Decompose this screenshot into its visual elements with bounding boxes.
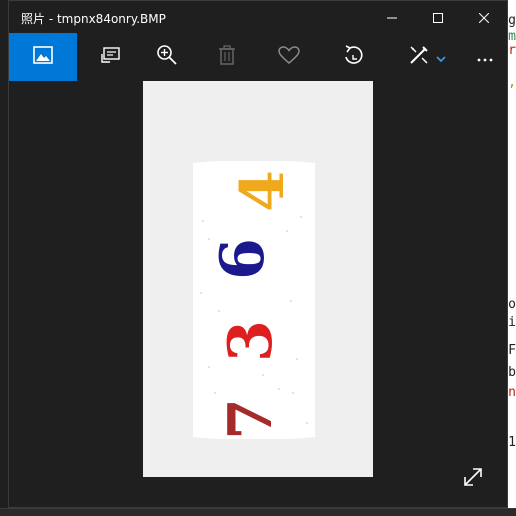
captcha-digit-4: 4 <box>228 170 298 212</box>
background-glyph: o <box>508 297 516 312</box>
photo: 7 3 6 4 <box>143 81 373 477</box>
zoom-in-icon <box>156 44 178 70</box>
background-glyph: b <box>508 365 516 380</box>
toolbar <box>9 33 507 81</box>
photos-window: 照片 - tmpnx84onry.BMP 7 3 6 4 <box>8 0 508 508</box>
background-glyph: F <box>508 343 516 358</box>
close-icon <box>478 8 490 27</box>
captcha-digit-1: 7 <box>216 398 286 439</box>
image-viewer[interactable]: 7 3 6 4 <box>9 81 507 507</box>
rotate-icon <box>342 44 364 70</box>
title-bar[interactable]: 照片 - tmpnx84onry.BMP <box>9 1 507 33</box>
slideshow-button[interactable] <box>89 33 133 81</box>
minimize-icon <box>387 8 397 27</box>
maximize-button[interactable] <box>415 1 461 33</box>
heart-icon <box>278 46 300 68</box>
collection-button[interactable] <box>9 33 77 81</box>
maximize-icon <box>433 8 443 27</box>
chevron-down-icon <box>436 48 446 67</box>
close-button[interactable] <box>461 1 507 33</box>
background-glyph: n <box>508 385 516 400</box>
background-glyph: , <box>508 75 516 90</box>
background-glyph: 1 <box>508 435 516 450</box>
background-glyph: m <box>508 29 516 44</box>
captcha-digit-3: 6 <box>208 238 278 280</box>
taskbar-edge <box>0 508 516 516</box>
image-icon <box>33 46 53 68</box>
edit-button[interactable] <box>401 33 453 81</box>
rotate-button[interactable] <box>331 33 375 81</box>
delete-button[interactable] <box>205 33 249 81</box>
background-glyph: i <box>508 315 516 330</box>
edit-icon <box>408 44 430 70</box>
minimize-button[interactable] <box>369 1 415 33</box>
trash-icon <box>218 45 236 69</box>
slideshow-icon <box>101 46 121 68</box>
expand-button[interactable] <box>459 465 487 493</box>
zoom-button[interactable] <box>145 33 189 81</box>
expand-icon <box>462 466 484 492</box>
background-glyph: r <box>508 43 516 58</box>
background-window-edge: g m r , o i F b n 1 <box>508 0 516 516</box>
window-title: 照片 - tmpnx84onry.BMP <box>21 12 166 26</box>
captcha-digit-2: 3 <box>216 320 286 362</box>
background-glyph: g <box>508 13 516 28</box>
more-icon <box>476 48 494 67</box>
captcha-image: 7 3 6 4 <box>193 161 315 439</box>
favorite-button[interactable] <box>267 33 311 81</box>
more-button[interactable] <box>463 33 507 81</box>
